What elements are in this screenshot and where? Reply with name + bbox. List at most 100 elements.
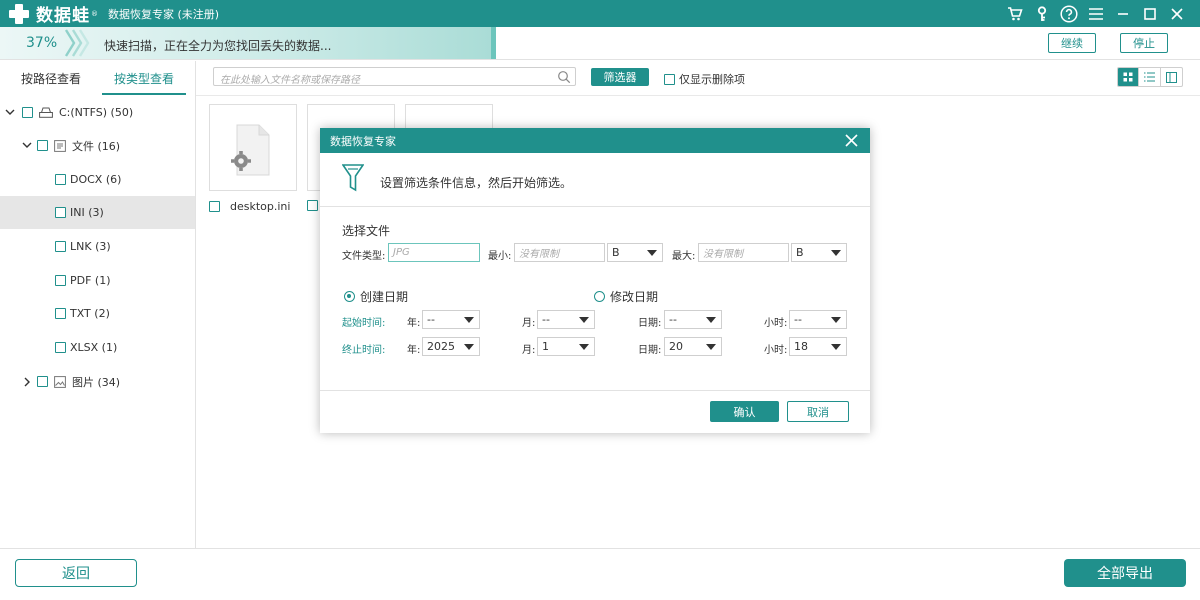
end-month-value: 1 [542, 340, 549, 353]
modified-date-radio[interactable]: 修改日期 [594, 288, 658, 305]
tree-checkbox[interactable] [55, 275, 66, 286]
tree-item-xlsx[interactable]: XLSX (1) [0, 331, 195, 364]
key-icon[interactable] [1029, 0, 1055, 27]
end-hour-value: 18 [794, 340, 808, 353]
file-type-label: 文件类型: [342, 251, 386, 262]
tree-checkbox[interactable] [37, 376, 48, 387]
dropdown-arrow-icon [831, 344, 841, 350]
created-date-radio[interactable]: 创建日期 [344, 288, 408, 305]
tree-item-label: TXT (2) [70, 307, 110, 320]
min-size-input[interactable]: 没有限制 [514, 243, 605, 262]
only-deleted-checkbox[interactable] [664, 73, 675, 85]
dropdown-arrow-icon [706, 317, 716, 323]
tree-item-pdf[interactable]: PDF (1) [0, 264, 195, 297]
maximize-icon[interactable] [1137, 0, 1163, 27]
tree-checkbox[interactable] [55, 308, 66, 319]
radio-unchecked-icon[interactable] [594, 291, 605, 302]
end-month-select[interactable]: 1 [537, 337, 595, 356]
end-time-label: 终止时间: [342, 345, 386, 356]
dropdown-arrow-icon [706, 344, 716, 350]
chevron-right-icon[interactable] [21, 376, 33, 388]
search-input[interactable]: 在此处输入文件名称或保存路径 [213, 67, 576, 86]
help-icon[interactable] [1056, 0, 1082, 27]
tree-item-label: INI (3) [70, 206, 104, 219]
scan-status-message: 快速扫描，正在全力为您找回丢失的数据... [104, 39, 332, 53]
app-title: 数据恢复专家 (未注册) [108, 7, 220, 21]
tree-item-images[interactable]: 图片 (34) [0, 365, 195, 398]
end-day-select[interactable]: 20 [664, 337, 722, 356]
start-year-select[interactable]: -- [422, 310, 480, 329]
start-hour-select[interactable]: -- [789, 310, 847, 329]
tree-checkbox[interactable] [55, 207, 66, 218]
tree-checkbox[interactable] [55, 174, 66, 185]
tree-item-lnk[interactable]: LNK (3) [0, 230, 195, 263]
tree-item-txt[interactable]: TXT (2) [0, 297, 195, 330]
progress-chevrons-icon [64, 29, 92, 57]
tree-checkbox[interactable] [55, 241, 66, 252]
created-date-label: 创建日期 [360, 290, 409, 304]
close-window-icon[interactable] [1164, 0, 1190, 27]
close-icon[interactable] [845, 134, 858, 147]
back-button[interactable]: 返回 [15, 559, 137, 587]
scan-progress-row: 37% 快速扫描，正在全力为您找回丢失的数据... 继续 停止 [0, 27, 1200, 60]
detail-view-icon[interactable] [1161, 68, 1182, 86]
tree-item-docx[interactable]: DOCX (6) [0, 163, 195, 196]
chevron-down-icon[interactable] [21, 140, 33, 152]
end-hour-select[interactable]: 18 [789, 337, 847, 356]
file-type-placeholder: JPG [393, 247, 410, 258]
max-unit-select[interactable]: B [791, 243, 847, 262]
file-label[interactable] [307, 200, 318, 211]
tree-checkbox[interactable] [55, 342, 66, 353]
chevron-down-icon[interactable] [4, 107, 16, 119]
filter-button[interactable]: 筛选器 [591, 68, 649, 86]
tree-item-ini[interactable]: INI (3) [0, 196, 195, 229]
tree-item-documents[interactable]: 文件 (16) [0, 129, 195, 162]
tree-item-label: 图片 (34) [72, 375, 121, 389]
search-icon[interactable] [557, 70, 571, 84]
menu-icon[interactable] [1083, 0, 1109, 27]
end-year-select[interactable]: 2025 [422, 337, 480, 356]
start-day-select[interactable]: -- [664, 310, 722, 329]
file-checkbox[interactable] [209, 201, 220, 212]
export-all-button[interactable]: 全部导出 [1064, 559, 1186, 587]
only-deleted-toggle[interactable]: 仅显示删除项 [664, 71, 745, 87]
dropdown-arrow-icon [579, 317, 589, 323]
min-size-label: 最小: [488, 251, 512, 262]
search-placeholder: 在此处输入文件名称或保存路径 [220, 75, 360, 86]
start-day-label: 日期: [638, 318, 662, 329]
tree-item-drive-c[interactable]: C:(NTFS) (50) [0, 96, 195, 129]
file-label[interactable]: desktop.ini [209, 200, 290, 213]
start-day-value: -- [669, 313, 677, 326]
radio-checked-icon[interactable] [344, 291, 355, 302]
dialog-title-bar: 数据恢复专家 [320, 128, 870, 153]
dialog-title: 数据恢复专家 [330, 134, 396, 148]
start-month-label: 月: [522, 318, 536, 329]
cart-icon[interactable] [1002, 0, 1028, 27]
start-year-value: -- [427, 313, 435, 326]
tab-by-path[interactable]: 按路径查看 [0, 61, 102, 95]
tab-by-type[interactable]: 按类型查看 [102, 61, 186, 95]
cancel-button[interactable]: 取消 [787, 401, 849, 422]
minimize-icon[interactable] [1110, 0, 1136, 27]
file-type-input[interactable]: JPG [388, 243, 480, 262]
tree-checkbox[interactable] [37, 140, 48, 151]
end-day-label: 日期: [638, 345, 662, 356]
list-view-icon[interactable] [1139, 68, 1161, 86]
min-size-placeholder: 没有限制 [519, 249, 559, 260]
modified-date-label: 修改日期 [610, 290, 659, 304]
tree-checkbox[interactable] [22, 107, 33, 118]
grid-view-icon[interactable] [1118, 68, 1140, 86]
min-unit-select[interactable]: B [607, 243, 663, 262]
max-size-input[interactable]: 没有限制 [698, 243, 789, 262]
select-file-title: 选择文件 [342, 224, 391, 238]
dropdown-arrow-icon [464, 317, 474, 323]
confirm-button[interactable]: 确认 [710, 401, 779, 422]
file-thumbnail[interactable] [209, 104, 297, 191]
dropdown-arrow-icon [647, 250, 657, 256]
start-month-select[interactable]: -- [537, 310, 595, 329]
file-checkbox[interactable] [307, 200, 318, 211]
footer-divider [0, 548, 1200, 549]
continue-button[interactable]: 继续 [1048, 33, 1096, 53]
dropdown-arrow-icon [579, 344, 589, 350]
stop-button[interactable]: 停止 [1120, 33, 1168, 53]
